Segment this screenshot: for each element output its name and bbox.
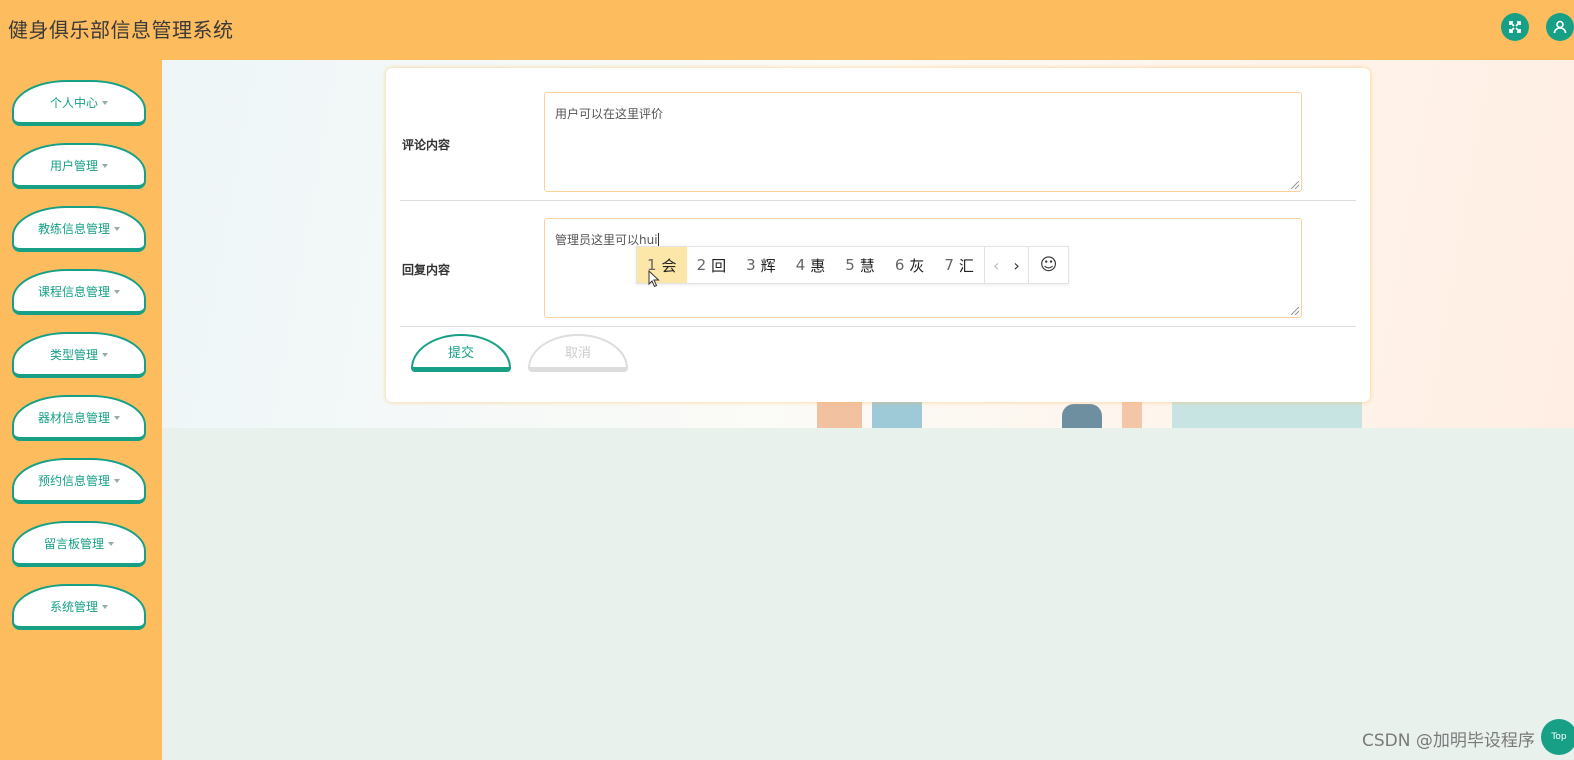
chevron-down-icon	[102, 100, 108, 105]
candidate-number: 3	[746, 256, 756, 274]
background-decoration	[817, 400, 862, 428]
candidate-number: 2	[696, 256, 707, 274]
candidate-number: 4	[795, 256, 806, 274]
reply-form: 评论内容 用户可以在这里评价 回复内容 管理员这里可以hui 提交 取消	[386, 68, 1370, 402]
candidate-number: 7	[944, 256, 954, 274]
background-decoration	[1172, 400, 1362, 428]
user-button[interactable]	[1546, 13, 1574, 41]
app-title: 健身俱乐部信息管理系统	[8, 18, 234, 42]
cancel-button[interactable]: 取消	[528, 334, 628, 372]
sidebar-item-types[interactable]: 类型管理	[12, 332, 146, 378]
sidebar-item-users[interactable]: 用户管理	[12, 143, 146, 189]
candidate-text: 辉	[760, 256, 776, 275]
comment-label: 评论内容	[402, 138, 451, 152]
chevron-down-icon	[108, 541, 114, 546]
ime-candidate[interactable]: 3辉	[736, 247, 786, 283]
sidebar-item-courses[interactable]: 课程信息管理	[12, 269, 146, 315]
chevron-down-icon	[114, 289, 120, 294]
watermark: CSDN @加明毕设程序	[1362, 731, 1535, 751]
chevron-right-icon[interactable]: ›	[1013, 256, 1019, 275]
candidate-text: 汇	[958, 256, 974, 275]
background-decoration	[872, 400, 922, 428]
chevron-down-icon	[114, 478, 120, 483]
chevron-down-icon	[114, 415, 120, 420]
sidebar-item-profile[interactable]: 个人中心	[12, 80, 146, 126]
divider	[400, 200, 1356, 201]
chevron-left-icon[interactable]: ‹	[993, 256, 999, 275]
chevron-down-icon	[102, 352, 108, 357]
sidebar-item-label: 器材信息管理	[37, 410, 110, 425]
candidate-number: 5	[845, 256, 855, 274]
sidebar-item-messages[interactable]: 留言板管理	[12, 521, 146, 567]
chevron-down-icon	[102, 604, 108, 609]
ime-candidate-window: 1会 2回 3辉 4惠 5慧 6灰 7汇 ‹ › ☺	[636, 246, 1070, 284]
candidate-text: 会	[661, 256, 677, 275]
sidebar-item-label: 预约信息管理	[37, 473, 110, 488]
sidebar-item-label: 个人中心	[49, 95, 98, 110]
reply-label: 回复内容	[402, 263, 451, 277]
candidate-text: 惠	[810, 256, 826, 275]
ime-candidate[interactable]: 4惠	[786, 247, 836, 283]
divider	[400, 326, 1356, 327]
ime-candidate[interactable]: 6灰	[885, 247, 935, 283]
sidebar: 个人中心 用户管理 教练信息管理 课程信息管理 类型管理 器材信息管理 预约信息…	[0, 60, 162, 760]
sidebar-item-system[interactable]: 系统管理	[12, 584, 146, 630]
reply-text: 管理员这里可以	[555, 233, 640, 247]
sidebar-item-label: 教练信息管理	[37, 221, 110, 236]
sidebar-item-equipment[interactable]: 器材信息管理	[12, 395, 146, 441]
submit-button[interactable]: 提交	[411, 334, 511, 372]
candidate-text: 灰	[909, 256, 925, 275]
background-decoration	[1062, 404, 1102, 428]
candidate-number: 6	[894, 256, 905, 274]
background-decoration	[1122, 400, 1142, 428]
sidebar-item-label: 课程信息管理	[37, 284, 110, 299]
resize-handle-icon[interactable]	[1291, 181, 1299, 189]
expand-icon	[1509, 21, 1521, 33]
sidebar-item-label: 类型管理	[49, 347, 98, 362]
top-bar: 健身俱乐部信息管理系统	[0, 0, 1574, 60]
ime-page-nav: ‹ ›	[983, 247, 1028, 283]
candidate-text: 慧	[859, 256, 875, 275]
chevron-down-icon	[114, 226, 120, 231]
mouse-cursor-icon	[648, 270, 660, 288]
user-icon	[1553, 20, 1567, 34]
sidebar-item-coaches[interactable]: 教练信息管理	[12, 206, 146, 252]
ime-candidate[interactable]: 5慧	[835, 247, 885, 283]
candidate-text: 回	[711, 256, 727, 275]
chevron-down-icon	[102, 163, 108, 168]
sidebar-item-label: 系统管理	[49, 599, 98, 614]
ime-candidate[interactable]: 7汇	[934, 247, 984, 283]
comment-textarea[interactable]: 用户可以在这里评价	[544, 92, 1302, 192]
sidebar-item-bookings[interactable]: 预约信息管理	[12, 458, 146, 504]
ime-candidate[interactable]: 2回	[687, 247, 737, 283]
sidebar-item-label: 留言板管理	[43, 536, 104, 551]
resize-handle-icon[interactable]	[1291, 307, 1299, 315]
back-to-top-button[interactable]: Top	[1541, 719, 1574, 755]
text-cursor	[657, 233, 659, 246]
fullscreen-button[interactable]	[1501, 13, 1529, 41]
emoji-icon[interactable]: ☺	[1027, 247, 1069, 283]
comment-text: 用户可以在这里评价	[555, 107, 664, 121]
sidebar-item-label: 用户管理	[49, 158, 98, 173]
ime-candidate[interactable]: 1会	[637, 247, 687, 283]
